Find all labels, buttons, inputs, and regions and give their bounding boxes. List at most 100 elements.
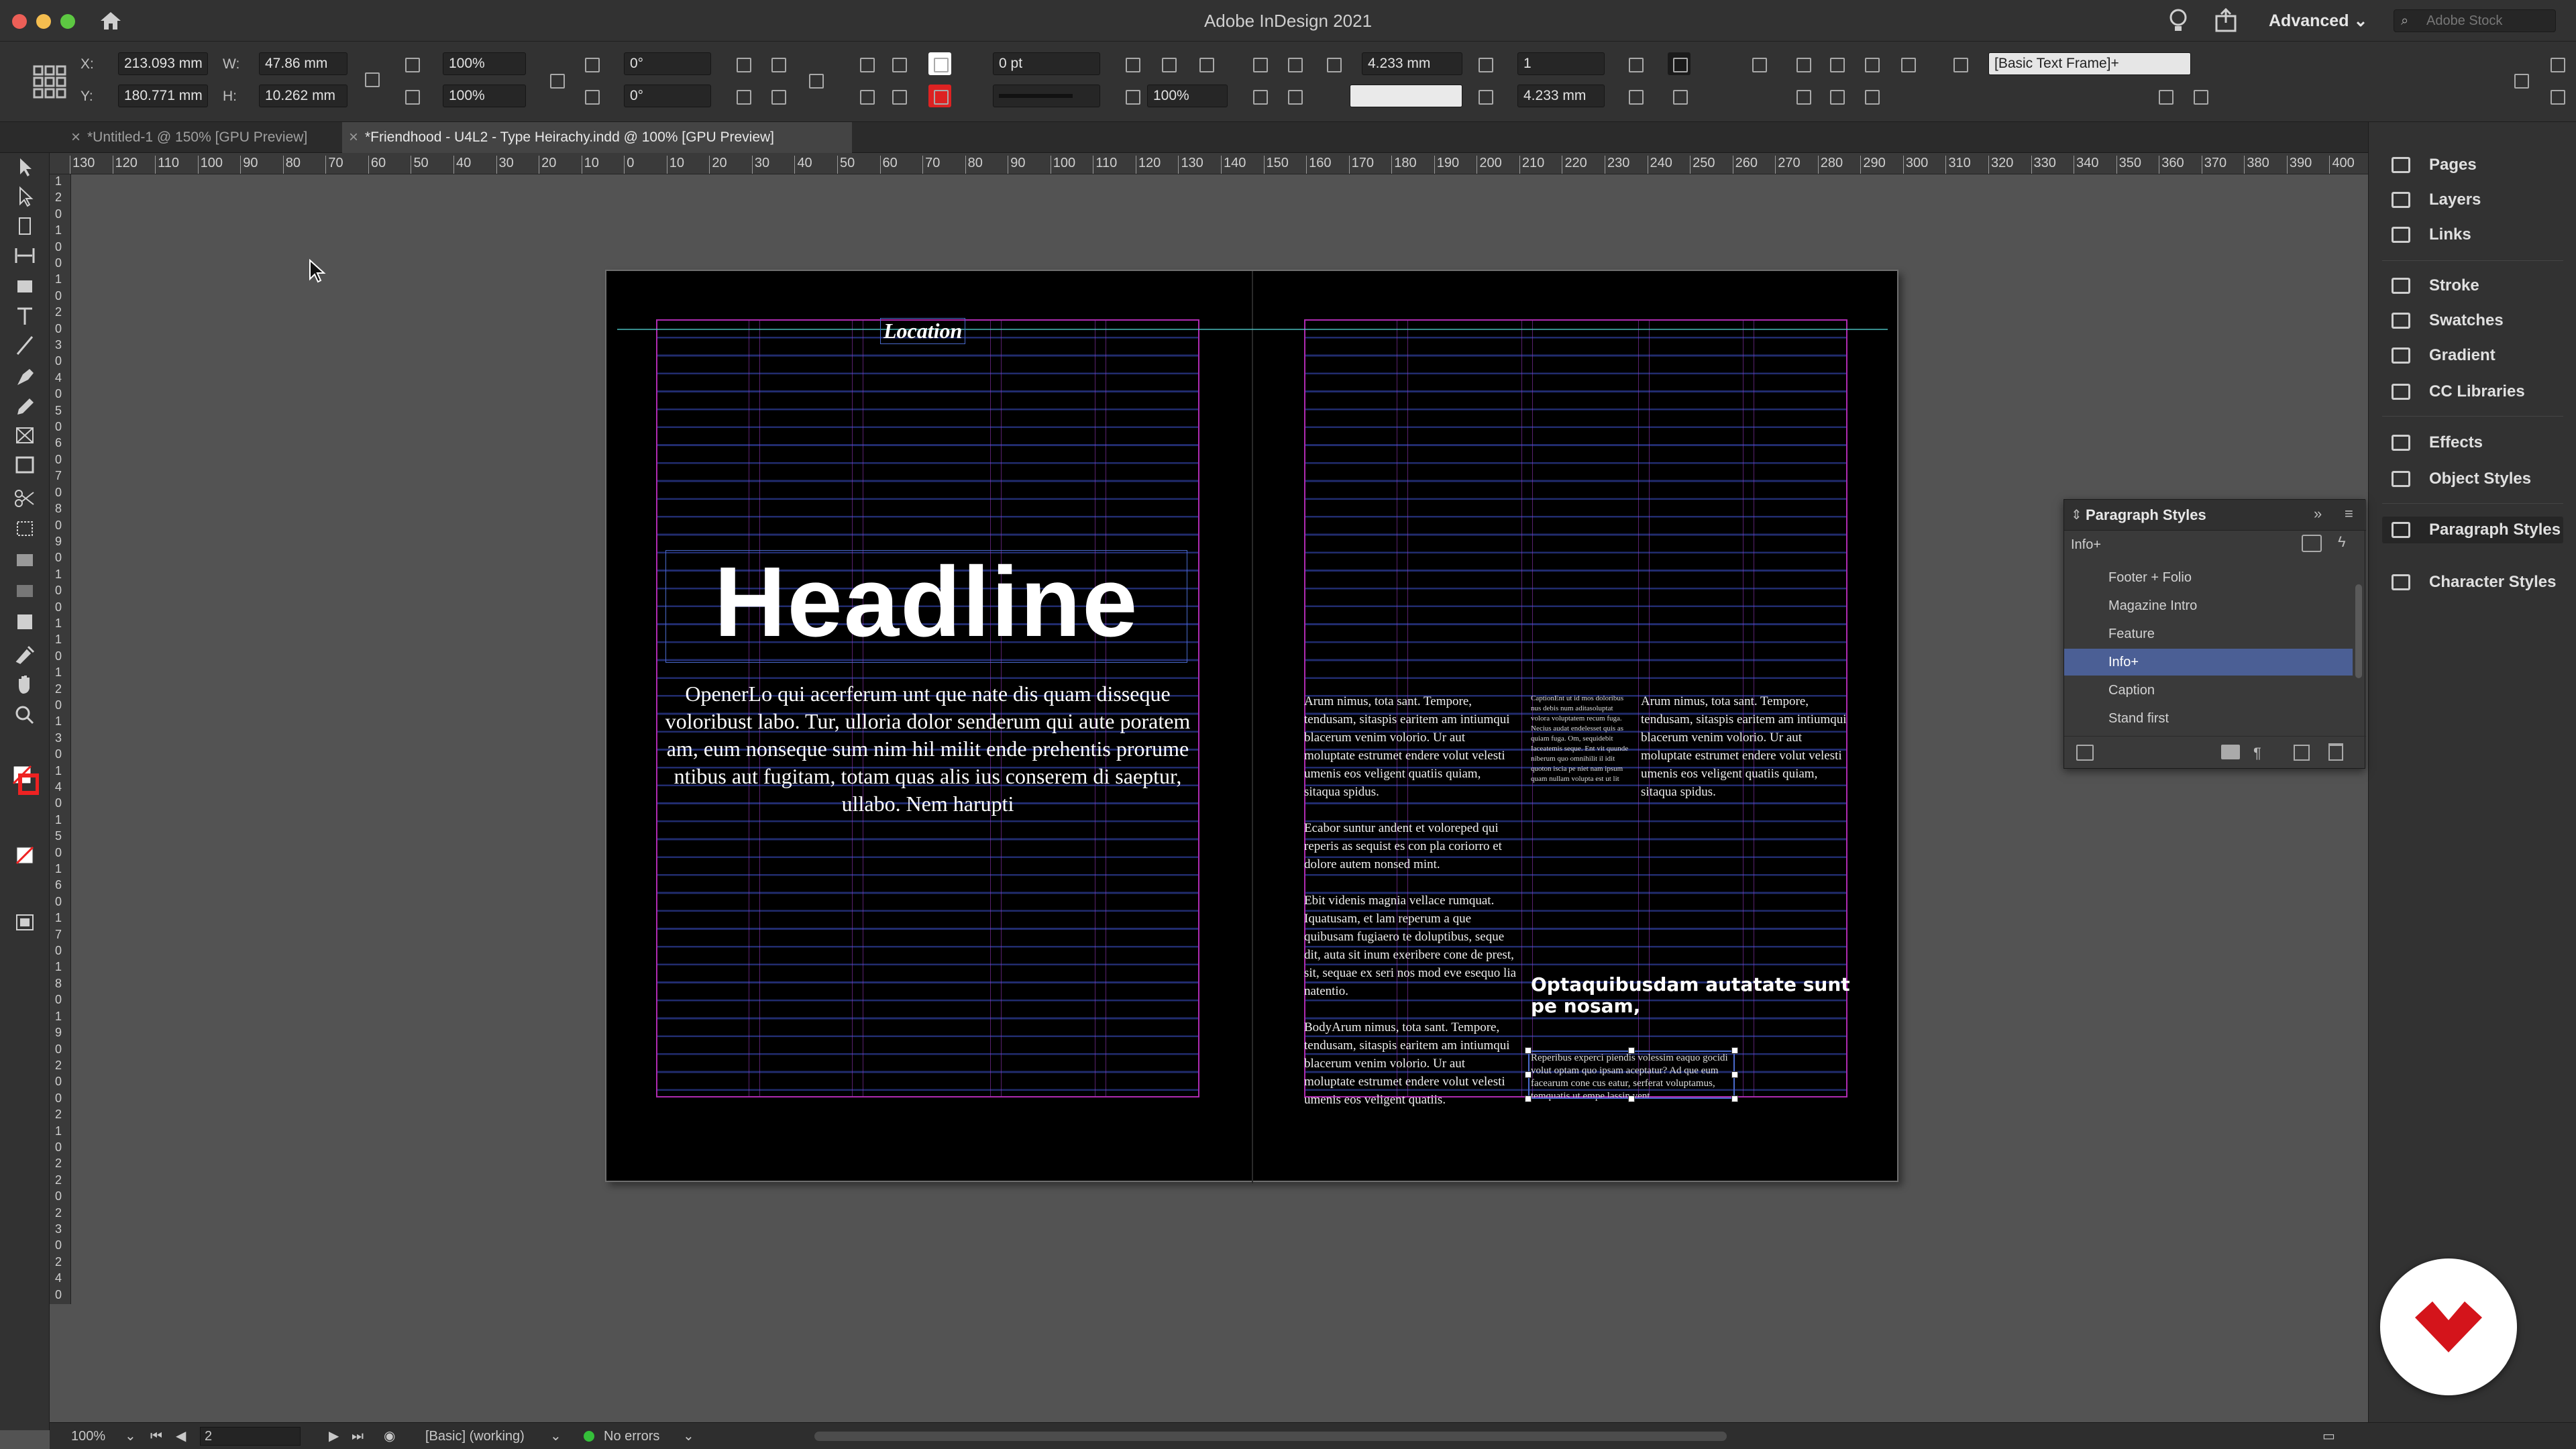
flip-horizontal-icon[interactable]	[731, 85, 754, 107]
stroke-gap-icon[interactable]	[1668, 85, 1690, 107]
pull-quote-text[interactable]: Optaquibusdam autatate sunt pe nosam,	[1531, 974, 1866, 1017]
frame-handle[interactable]	[1731, 1071, 1738, 1078]
lightning-icon[interactable]: ϟ	[2338, 533, 2346, 551]
opacity-field[interactable]: 100%	[1147, 85, 1228, 107]
paragraph-styles-panel[interactable]: ⇕ Paragraph Styles » ≡ Info+ ϟ Footer + …	[2063, 499, 2366, 769]
panel-menu-icon[interactable]: ≡	[2345, 505, 2353, 523]
location-text[interactable]: Location	[880, 318, 966, 344]
object-style-dropdown[interactable]: [Basic Text Frame]+	[1988, 52, 2191, 75]
panel-gear-icon[interactable]	[2545, 52, 2568, 75]
fill-stroke-swatch[interactable]	[11, 763, 40, 800]
body-column-3[interactable]: Arum nimus, tota sant. Tempore, tendusam…	[1641, 692, 1849, 819]
scale-y-field[interactable]: 100%	[443, 85, 526, 107]
dock-item-links[interactable]: Links	[2382, 221, 2471, 248]
dock-item-cc-libraries[interactable]: CC Libraries	[2382, 378, 2525, 405]
ruler-guide[interactable]	[617, 329, 1888, 330]
line-tool[interactable]	[11, 334, 39, 357]
frame-handle[interactable]	[1731, 1095, 1738, 1102]
type-tool[interactable]	[11, 305, 39, 327]
home-icon[interactable]	[99, 11, 122, 31]
new-group-icon[interactable]	[2221, 745, 2240, 759]
expand-panel-icon[interactable]: »	[2314, 505, 2322, 523]
align-bottom-edges-icon[interactable]	[1860, 85, 1882, 107]
frame-handle[interactable]	[1525, 1095, 1532, 1102]
first-page-icon[interactable]: ⏮	[150, 1423, 162, 1449]
tab-friendhood[interactable]: × *Friendhood - U4L2 - Type Heirachy.ind…	[342, 122, 852, 153]
dock-item-stroke[interactable]: Stroke	[2382, 272, 2479, 299]
justify-icon[interactable]	[1248, 85, 1271, 107]
text-wrap-icon[interactable]	[1157, 52, 1179, 75]
dock-item-object-styles[interactable]: Object Styles	[2382, 466, 2531, 492]
horizontal-ruler[interactable]: 130 120 110 100 90 80 70 60 50 40 30 20 10 0 10 20 30 40 5…	[66, 153, 2368, 174]
baseline-options-icon[interactable]	[1623, 52, 1646, 75]
prev-page-icon[interactable]: ◀	[176, 1423, 186, 1449]
panel-scrollbar[interactable]	[2355, 584, 2362, 678]
rotate-cw-icon[interactable]	[731, 52, 754, 75]
none-swatch[interactable]	[11, 844, 39, 867]
frame-fitting-icon[interactable]	[1120, 52, 1143, 75]
select-container-icon[interactable]	[855, 52, 877, 75]
close-icon[interactable]: ×	[349, 122, 358, 153]
gap-tool[interactable]	[11, 244, 39, 267]
load-styles-icon[interactable]	[2076, 745, 2094, 761]
rectangle-tool[interactable]	[11, 453, 39, 476]
share-icon[interactable]	[2214, 8, 2238, 34]
scissors-tool[interactable]	[11, 487, 39, 510]
gradient-tool[interactable]	[11, 549, 39, 572]
flip-vertical-icon[interactable]	[766, 85, 789, 107]
columns-field[interactable]: 1	[1517, 52, 1605, 75]
link-scale-icon[interactable]	[545, 68, 568, 91]
chevron-down-icon[interactable]: ⌄	[550, 1423, 561, 1449]
zoom-tool[interactable]	[11, 703, 39, 726]
auto-fit-icon[interactable]	[1747, 52, 1770, 75]
paragraph-style-item[interactable]: Feature	[2064, 621, 2353, 647]
direct-selection-tool[interactable]	[11, 185, 39, 208]
frame-handle[interactable]	[1628, 1095, 1635, 1102]
paragraph-style-item[interactable]: Caption	[2064, 677, 2353, 704]
frame-handle[interactable]	[1731, 1047, 1738, 1054]
dock-item-layers[interactable]: Layers	[2382, 186, 2481, 213]
gutter-icon[interactable]	[1322, 52, 1344, 75]
page-tool[interactable]	[11, 215, 39, 237]
headline-text[interactable]: Headline	[665, 542, 1187, 663]
path-text-icon[interactable]	[804, 68, 826, 91]
open-page-icon[interactable]: ◉	[384, 1423, 395, 1449]
next-page-icon[interactable]: ▶	[329, 1423, 339, 1449]
collapse-icon[interactable]: ⇕	[2071, 506, 2082, 523]
select-content-icon[interactable]	[855, 85, 877, 107]
paragraph-style-item[interactable]: Footer + Folio	[2064, 564, 2353, 591]
constrain-proportions-icon[interactable]	[360, 67, 382, 90]
rotate-ccw-icon[interactable]	[766, 52, 789, 75]
horizontal-scrollbar[interactable]	[814, 1432, 1727, 1441]
body-column-1[interactable]: Arum nimus, tota sant. Tempore, tendusam…	[1304, 692, 1517, 1127]
preflight-profile[interactable]: [Basic] (working)	[425, 1423, 525, 1449]
eyedropper-tool[interactable]	[11, 641, 39, 664]
distribute-icon[interactable]	[1896, 52, 1919, 75]
opener-text[interactable]: OpenerLo qui acerferum unt que nate dis …	[656, 680, 1199, 818]
clear-overrides-icon[interactable]: ¶	[2253, 745, 2261, 762]
caption-text[interactable]: CaptionEnt ut id mos doloribus nus debis…	[1531, 694, 1631, 784]
x-position-field[interactable]: 213.093 mm	[118, 52, 208, 75]
dock-item-gradient[interactable]: Gradient	[2382, 342, 2496, 369]
content-collector-tool[interactable]	[11, 274, 39, 297]
align-top-icon[interactable]	[1248, 52, 1271, 75]
tab-untitled-1[interactable]: × *Untitled-1 @ 150% [GPU Preview]	[64, 122, 326, 153]
select-prev-icon[interactable]	[887, 52, 910, 75]
gradient-feather-tool[interactable]	[11, 580, 39, 602]
style-options-icon[interactable]	[2188, 85, 2211, 107]
reference-point-icon[interactable]	[32, 64, 67, 99]
dock-item-swatches[interactable]: Swatches	[2382, 307, 2504, 334]
chevron-down-icon[interactable]: ⌄	[683, 1423, 694, 1449]
span-columns-icon[interactable]	[1623, 85, 1646, 107]
align-right-edges-icon[interactable]	[1860, 52, 1882, 75]
align-h-centers-icon[interactable]	[1825, 52, 1847, 75]
vertical-justify-icon[interactable]	[1283, 85, 1305, 107]
dock-item-character-styles[interactable]: Character Styles	[2382, 569, 2556, 596]
preflight-status[interactable]: No errors	[604, 1423, 659, 1449]
zoom-level[interactable]: 100%	[71, 1423, 105, 1449]
frame-handle[interactable]	[1525, 1071, 1532, 1078]
rotation-field[interactable]: 0°	[624, 52, 711, 75]
dock-item-paragraph-styles[interactable]: Paragraph Styles	[2382, 517, 2563, 543]
stroke-swatch-icon[interactable]	[928, 85, 951, 107]
clear-overrides-icon[interactable]	[2153, 85, 2176, 107]
